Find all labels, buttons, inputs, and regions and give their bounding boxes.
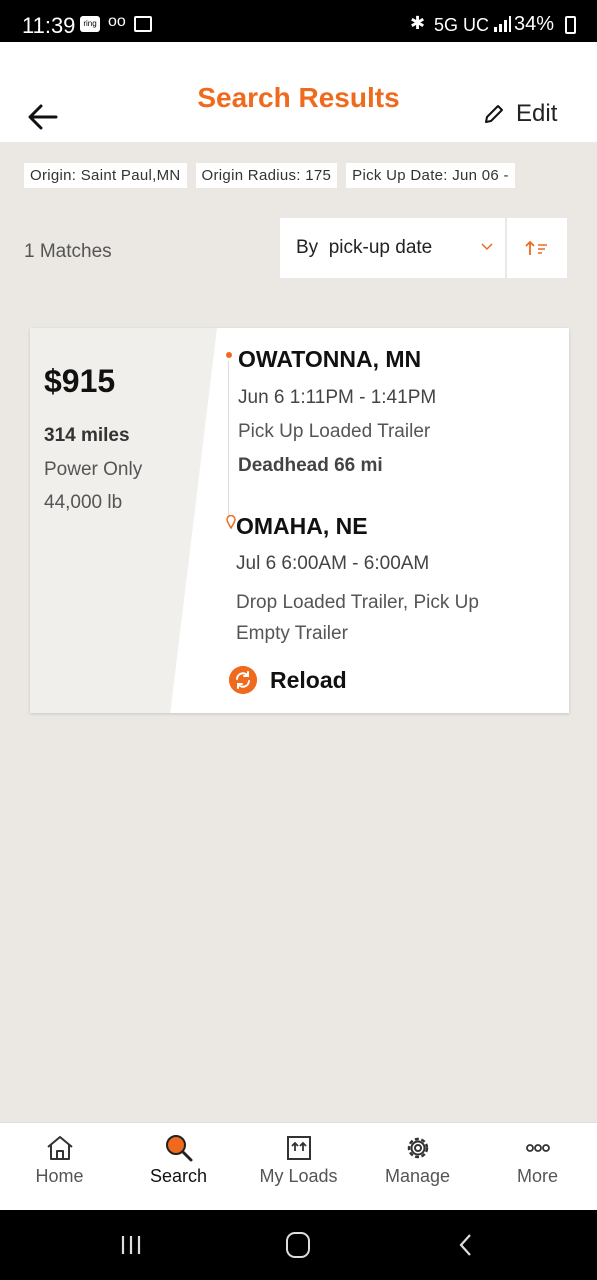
sort-dropdown[interactable]: By pick-up date	[280, 218, 505, 278]
route-line	[228, 361, 229, 516]
status-bar: 11:39 ring oo ✱ 5G UC 34%	[0, 0, 597, 42]
origin-time: Jun 6 1:11PM - 1:41PM	[238, 387, 437, 408]
chevron-down-icon	[481, 243, 493, 251]
nav-item-manage[interactable]: Manage	[358, 1123, 477, 1211]
load-price: $915	[44, 363, 116, 399]
nav-label-home: Home	[35, 1166, 84, 1186]
app-header: Search Results Edit	[0, 42, 597, 142]
destination-time: Jul 6 6:00AM - 6:00AM	[236, 553, 430, 574]
nav-item-home[interactable]: Home	[0, 1123, 119, 1211]
gallery-icon	[134, 16, 152, 32]
nav-label-manage: Manage	[384, 1166, 451, 1186]
filter-chip-pickup-date[interactable]: Pick Up Date: Jun 06 -	[346, 163, 515, 188]
nav-label-search: Search	[149, 1166, 208, 1186]
destination-city: OMAHA, NE	[236, 513, 368, 539]
bottom-navigation: Home Search My Loads Manage More	[0, 1122, 597, 1210]
edit-button[interactable]: Edit	[482, 100, 557, 128]
match-count: 1 Matches	[24, 241, 112, 262]
load-miles: 314 miles	[44, 425, 130, 446]
reload-icon	[229, 666, 257, 694]
sort-ascending-icon	[525, 240, 547, 255]
voicemail-icon: oo	[108, 13, 126, 30]
destination-activity: Drop Loaded Trailer, Pick Up Empty Trail…	[236, 592, 479, 644]
recent-apps-icon[interactable]	[118, 1232, 144, 1258]
origin-dot-icon	[226, 352, 232, 358]
nav-item-more[interactable]: More	[478, 1123, 597, 1211]
battery-level: 34%	[514, 13, 555, 35]
my-loads-icon	[286, 1136, 311, 1160]
edit-label: Edit	[516, 100, 558, 127]
bluetooth-icon: ✱	[410, 13, 426, 33]
system-navigation-bar	[0, 1210, 597, 1280]
network-type: 5G UC	[434, 15, 490, 35]
origin-city: OWATONNA, MN	[238, 346, 422, 372]
battery-icon	[565, 16, 576, 34]
ring-app-icon: ring	[80, 16, 100, 32]
sort-label: By pick-up date	[296, 237, 433, 258]
nav-label-more: More	[516, 1166, 558, 1186]
system-back-icon[interactable]	[456, 1232, 476, 1258]
destination-pin-icon	[226, 515, 236, 529]
filter-chip-radius[interactable]: Origin Radius: 175	[195, 163, 338, 188]
more-icon	[525, 1144, 550, 1152]
load-equipment: Power Only	[44, 459, 143, 480]
signal-icon	[494, 16, 511, 32]
search-icon	[165, 1135, 192, 1162]
nav-label-my-loads: My Loads	[259, 1166, 338, 1186]
status-time: 11:39	[22, 13, 76, 38]
load-weight: 44,000 lb	[44, 492, 123, 513]
reload-tag: Reload	[270, 667, 347, 693]
nav-item-search[interactable]: Search	[119, 1123, 238, 1211]
home-icon	[46, 1136, 73, 1160]
nav-item-my-loads[interactable]: My Loads	[239, 1123, 358, 1211]
load-card[interactable]: $915 314 miles Power Only 44,000 lb OWAT…	[30, 328, 569, 713]
filter-chip-origin[interactable]: Origin: Saint Paul,MN	[24, 163, 187, 188]
deadhead: Deadhead 66 mi	[238, 455, 383, 476]
gear-icon	[407, 1137, 428, 1159]
home-button-icon[interactable]	[286, 1232, 310, 1258]
pencil-icon	[485, 105, 503, 123]
sort-direction-button[interactable]	[507, 218, 567, 278]
origin-activity: Pick Up Loaded Trailer	[238, 421, 431, 442]
filter-chips: Origin: Saint Paul,MN Origin Radius: 175 P…	[24, 163, 597, 189]
